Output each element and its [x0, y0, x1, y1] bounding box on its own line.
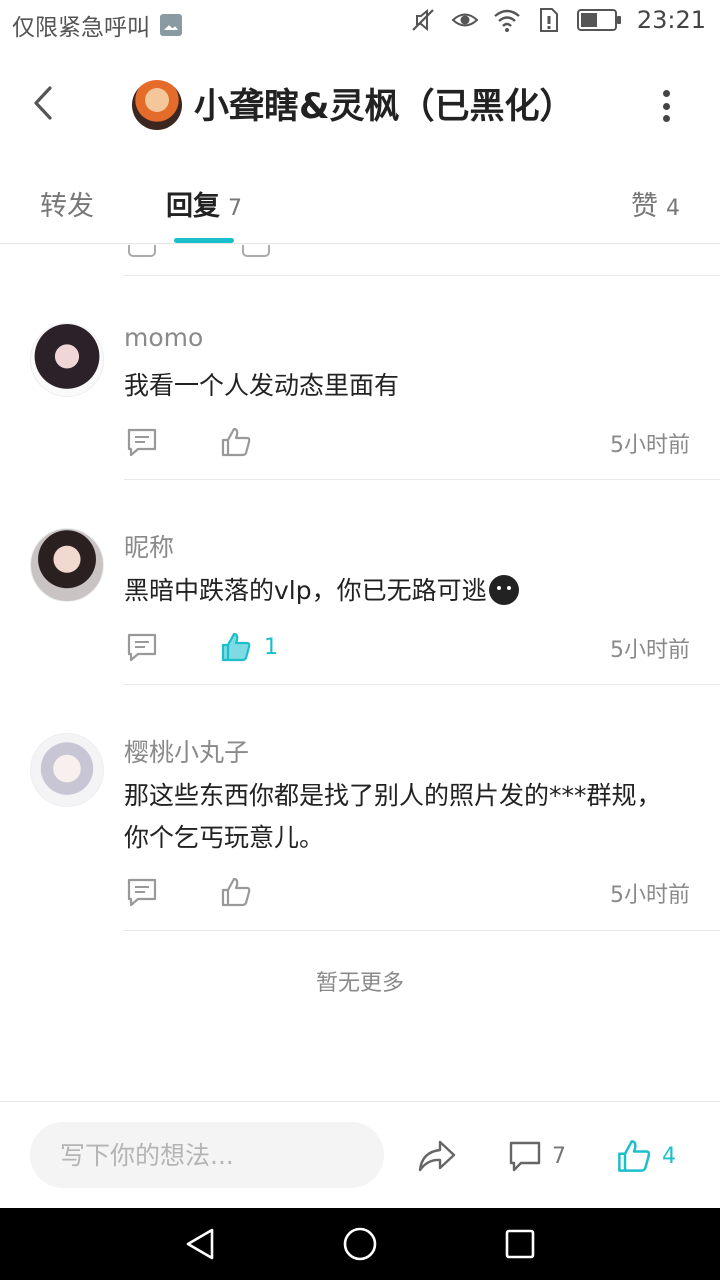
comment-actions: 5小时前 — [124, 873, 690, 913]
nav-back-button[interactable] — [182, 1226, 218, 1262]
thumbs-up-icon — [221, 427, 251, 457]
avatar[interactable] — [30, 323, 104, 397]
comment-total: 7 — [552, 1143, 566, 1169]
comment-actions: 1 5小时前 — [124, 628, 690, 668]
like-button[interactable]: 1 — [220, 630, 278, 664]
reply-button[interactable] — [126, 427, 158, 457]
active-tab-indicator — [174, 238, 234, 243]
reply-button[interactable] — [126, 877, 158, 907]
nav-home-button[interactable] — [342, 1226, 378, 1262]
thumbs-up-icon — [242, 245, 270, 257]
commenter-name[interactable]: 昵称 — [124, 528, 174, 564]
comment-time: 5小时前 — [610, 433, 690, 458]
thumbs-up-icon — [618, 1140, 651, 1172]
divider — [124, 684, 720, 685]
comment-time: 5小时前 — [610, 883, 690, 908]
battery-icon — [576, 9, 621, 31]
system-nav-bar — [0, 1208, 720, 1280]
thumbs-up-icon — [221, 877, 251, 907]
page-title[interactable]: 小聋瞎&灵枫（已黑化） — [194, 78, 575, 129]
more-options-button[interactable] — [658, 86, 674, 126]
like-button[interactable] — [220, 875, 264, 909]
back-button[interactable] — [24, 78, 64, 128]
tab-reposts[interactable]: 转发 — [40, 184, 94, 223]
tab-likes[interactable]: 赞 4 — [631, 184, 680, 223]
replies-count: 7 — [228, 196, 242, 221]
sim-alert-icon — [539, 8, 558, 32]
author-avatar[interactable] — [132, 80, 182, 130]
comment-text: 那这些东西你都是找了别人的照片发的***群规，你个乞丐玩意儿。 — [124, 781, 662, 852]
nav-recent-apps-button[interactable] — [504, 1228, 536, 1260]
reply-icon — [128, 245, 156, 257]
comment-list[interactable]: momo 我看一个人发动态里面有 5小时前 昵称 黑暗中跌落的vlp，你已无路可… — [0, 245, 720, 1100]
tab-bar: 转发 回复 7 赞 4 — [0, 160, 720, 244]
avatar[interactable] — [30, 733, 104, 807]
divider — [124, 479, 720, 480]
avatar[interactable] — [30, 528, 104, 602]
smirk-face-emoji-icon — [488, 575, 519, 605]
eye-icon — [451, 13, 479, 27]
clock: 23:21 — [636, 6, 706, 34]
like-total: 4 — [662, 1143, 676, 1169]
app-header: 小聋瞎&灵枫（已黑化） — [0, 48, 720, 158]
reply-button[interactable] — [126, 632, 158, 662]
comment-text: 我看一个人发动态里面有 — [124, 371, 400, 400]
like-post-button[interactable]: 4 — [616, 1136, 676, 1176]
carrier-text: 仅限紧急呼叫 — [12, 15, 150, 41]
divider — [124, 930, 720, 931]
share-button[interactable] — [416, 1138, 458, 1174]
bottom-action-bar: 7 4 — [0, 1101, 720, 1208]
more-vertical-icon — [662, 90, 670, 97]
comment-time: 5小时前 — [610, 638, 690, 663]
like-button[interactable] — [220, 425, 264, 459]
like-count: 1 — [264, 634, 278, 660]
list-end-text: 暂无更多 — [315, 971, 404, 996]
comment-input[interactable] — [30, 1122, 384, 1188]
comment-bubble-icon — [509, 1141, 541, 1172]
likes-count: 4 — [666, 196, 680, 221]
image-notification-icon — [160, 14, 182, 36]
commenter-name[interactable]: momo — [124, 323, 203, 352]
comment-actions: 5小时前 — [124, 423, 690, 463]
comment-text: 黑暗中跌落的vlp，你已无路可逃 — [124, 570, 684, 612]
list-item — [124, 245, 720, 276]
status-bar: 仅限紧急呼叫 23:21 — [0, 0, 720, 48]
comments-button[interactable]: 7 — [508, 1136, 566, 1176]
wifi-icon — [494, 9, 520, 32]
mute-icon — [412, 8, 434, 32]
commenter-name[interactable]: 樱桃小丸子 — [124, 733, 249, 769]
thumbs-up-filled-icon — [221, 632, 251, 662]
tab-replies[interactable]: 回复 7 — [166, 184, 242, 223]
